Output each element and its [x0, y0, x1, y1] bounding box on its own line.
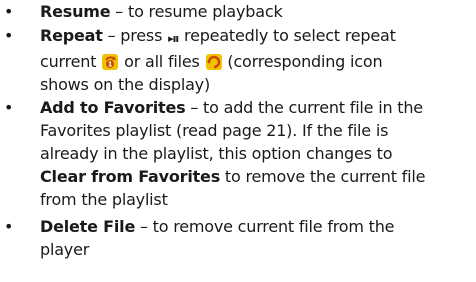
description: shows on the display) [40, 75, 210, 94]
term: Delete File [40, 217, 136, 236]
term-secondary: Clear from Favorites [40, 167, 221, 186]
description: Favorites playlist (read page 21). If th… [40, 121, 389, 140]
item-text: Delete File – to remove current file fro… [40, 215, 470, 261]
repeat-all-icon [205, 54, 222, 70]
repeat-one-icon: 1 [102, 54, 119, 70]
bullet: • [4, 2, 14, 21]
item-text: Resume – to resume playback [40, 0, 470, 23]
description: – to add the current file in the [185, 98, 423, 117]
description: (corresponding icon [222, 52, 383, 71]
description: from the playlist [40, 190, 168, 209]
description: player [40, 240, 90, 259]
bullet: • [4, 26, 14, 45]
play-pause-icon: ▸ıı [168, 32, 179, 45]
description: already in the playlist, this option cha… [40, 144, 393, 163]
bullet: • [4, 217, 14, 236]
term: Add to Favorites [40, 98, 186, 117]
svg-text:1: 1 [108, 61, 113, 69]
item-text: Add to Favorites – to add the current fi… [40, 96, 470, 211]
item-text: Repeat – press ▸ıı repeatedly to select … [40, 24, 470, 96]
description: current [40, 52, 102, 71]
description: or all files [119, 52, 205, 71]
description: – to remove current file from the [135, 217, 395, 236]
description: – press [102, 26, 168, 45]
description: – to resume playback [110, 2, 283, 21]
description: repeatedly to select repeat [179, 26, 396, 45]
bullet: • [4, 98, 14, 117]
description: to remove the current file [220, 167, 426, 186]
term: Repeat [40, 26, 103, 45]
term: Resume [40, 2, 111, 21]
